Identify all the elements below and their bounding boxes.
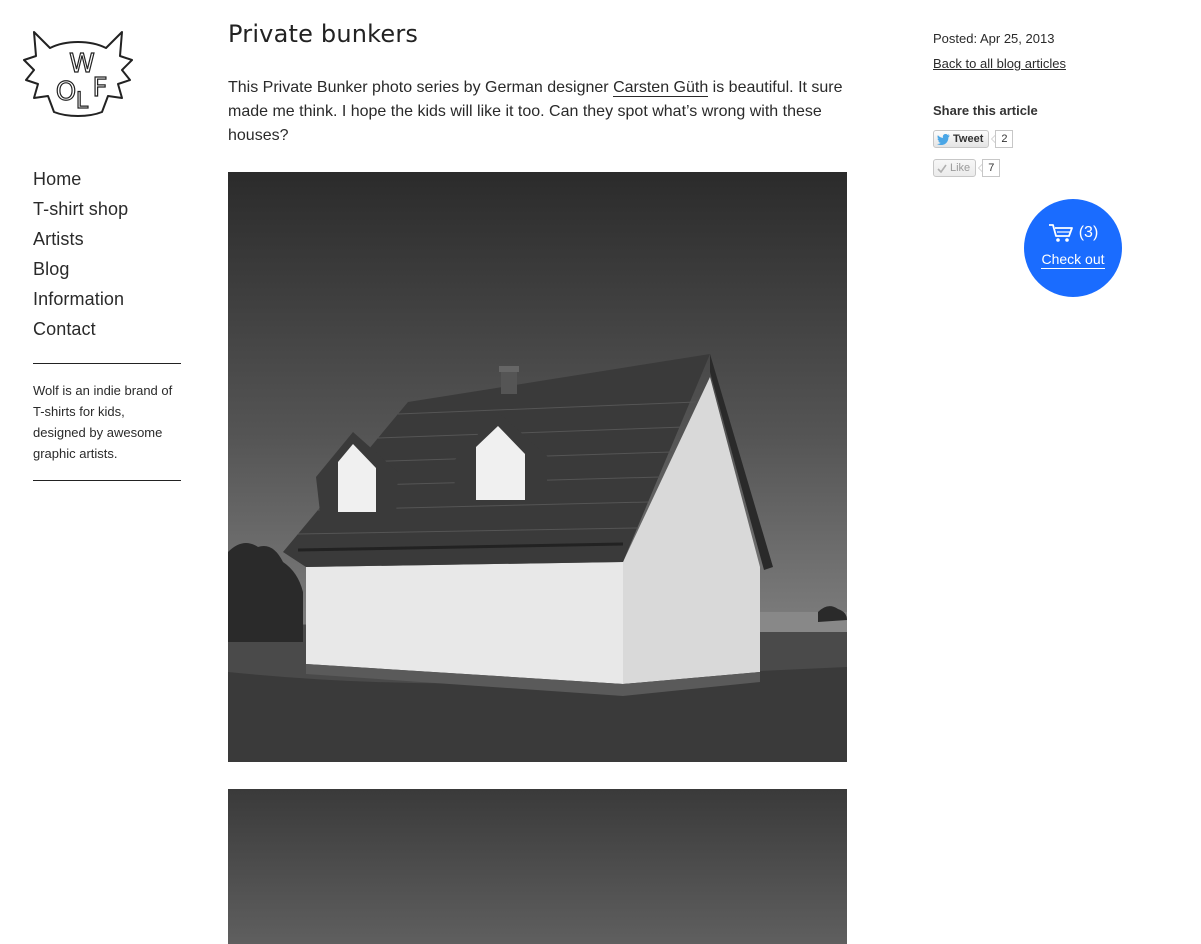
nav-item-blog: Blog — [33, 256, 128, 286]
like-button[interactable]: Like — [933, 159, 977, 177]
cart-summary: (3) — [1024, 223, 1122, 243]
nav-item-tshirt-shop: T-shirt shop — [33, 196, 128, 226]
article-body-text-start: This Private Bunker photo series by Germ… — [228, 79, 614, 96]
posted-date: Posted: Apr 25, 2013 — [933, 31, 1055, 46]
twitter-bird-icon — [937, 133, 950, 145]
nav-link-information[interactable]: Information — [33, 289, 124, 309]
nav-link-artists[interactable]: Artists — [33, 229, 84, 249]
designer-link[interactable]: Carsten Güth — [613, 79, 709, 97]
tweet-count: 2 — [991, 130, 1014, 148]
brand-blurb: Wolf is an indie brand of T-shirts for k… — [33, 383, 173, 461]
svg-text:L: L — [76, 89, 89, 114]
sidebar-divider-bottom — [33, 480, 181, 481]
cart-checkout-button[interactable]: (3) Check out — [1024, 199, 1122, 297]
like-count: 7 — [978, 159, 1001, 177]
cart-icon — [1048, 224, 1073, 242]
back-to-blog-link[interactable]: Back to all blog articles — [933, 56, 1066, 71]
nav-link-blog[interactable]: Blog — [33, 259, 69, 279]
like-widget: Like 7 — [933, 159, 1001, 177]
main-nav: Home T-shirt shop Artists Blog Informati… — [33, 166, 128, 346]
article-body: This Private Bunker photo series by Germ… — [228, 76, 848, 148]
nav-item-artists: Artists — [33, 226, 128, 256]
nav-item-home: Home — [33, 166, 128, 196]
checkout-label-text: Check out — [1041, 251, 1105, 269]
share-heading: Share this article — [933, 103, 1038, 118]
wolf-logo[interactable]: W O L F — [22, 28, 134, 122]
tweet-label: Tweet — [953, 133, 984, 145]
nav-item-information: Information — [33, 286, 128, 316]
svg-text:F: F — [93, 73, 108, 103]
nav-link-home[interactable]: Home — [33, 169, 81, 189]
article-photo-house — [228, 172, 847, 762]
like-label: Like — [950, 162, 971, 174]
tweet-button[interactable]: Tweet — [933, 130, 990, 148]
cart-count: (3) — [1078, 224, 1099, 241]
like-check-icon — [937, 164, 947, 173]
sidebar-divider-top — [33, 363, 181, 364]
nav-item-contact: Contact — [33, 316, 128, 346]
article-title: Private bunkers — [228, 20, 419, 48]
tweet-widget: Tweet 2 — [933, 130, 1014, 148]
article-photo-second — [228, 789, 847, 944]
svg-text:O: O — [56, 77, 76, 107]
nav-link-tshirt-shop[interactable]: T-shirt shop — [33, 199, 128, 219]
checkout-label: Check out — [1024, 251, 1122, 269]
svg-text:W: W — [69, 49, 95, 79]
nav-link-contact[interactable]: Contact — [33, 319, 96, 339]
